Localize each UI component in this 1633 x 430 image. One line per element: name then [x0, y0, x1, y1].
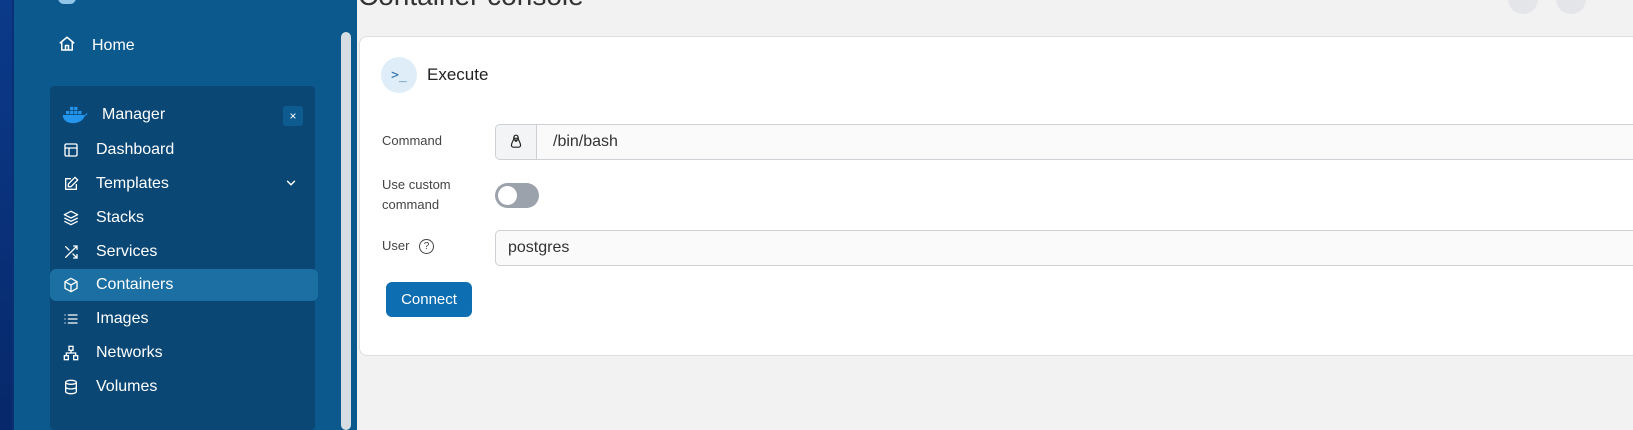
- command-input[interactable]: [537, 127, 1633, 157]
- help-button[interactable]: [1508, 0, 1538, 14]
- chevron-down-icon[interactable]: [284, 176, 298, 195]
- sidebar-item-images[interactable]: Images: [62, 303, 306, 335]
- database-icon: [62, 378, 80, 396]
- user-input[interactable]: [496, 233, 1633, 263]
- help-circle-icon[interactable]: ?: [419, 239, 435, 255]
- sidebar-item-label: Networks: [96, 344, 163, 361]
- page-title: Container console: [358, 0, 584, 12]
- dashboard-icon: [62, 141, 80, 159]
- sidebar-item-volumes[interactable]: Volumes: [62, 371, 306, 403]
- shuffle-icon: [62, 243, 80, 261]
- sidebar-item-services[interactable]: Services: [62, 236, 306, 268]
- portainer-logo: [58, 0, 76, 4]
- user-label-text: User: [382, 238, 410, 253]
- close-environment-button[interactable]: ×: [283, 106, 303, 126]
- sidebar-item-dashboard[interactable]: Dashboard: [62, 134, 306, 166]
- sidebar-item-label: Volumes: [96, 378, 158, 395]
- sidebar-item-label: Stacks: [96, 209, 145, 226]
- home-icon: [58, 35, 76, 58]
- close-icon: ×: [289, 109, 297, 123]
- custom-command-label-line1: Use custom: [382, 177, 451, 192]
- layers-icon: [62, 209, 80, 227]
- sidebar-item-label: Templates: [96, 175, 169, 192]
- list-icon: [62, 310, 80, 328]
- panel-header: >_ Execute: [381, 57, 488, 93]
- custom-command-label-line2: command: [382, 197, 440, 212]
- user-label: User ?: [382, 236, 435, 256]
- sidebar-item-label: Home: [92, 37, 135, 54]
- network-icon: [62, 344, 80, 362]
- sidebar-item-label: Dashboard: [96, 141, 175, 158]
- sidebar-item-label: Services: [96, 243, 158, 260]
- sidebar-item-stacks[interactable]: Stacks: [62, 202, 306, 234]
- desktop-edge: [0, 0, 14, 430]
- sidebar-item-label: Containers: [96, 276, 174, 293]
- sidebar-item-networks[interactable]: Networks: [62, 337, 306, 369]
- sidebar-scrollbar[interactable]: [341, 32, 351, 430]
- custom-command-toggle[interactable]: [495, 183, 539, 208]
- user-field[interactable]: [495, 230, 1633, 266]
- sidebar-item-templates[interactable]: Templates: [62, 168, 306, 200]
- execute-panel: >_ Execute Command Use custom command Us…: [359, 36, 1633, 356]
- sidebar-item-label: Images: [96, 310, 149, 327]
- toggle-knob: [498, 186, 517, 205]
- custom-command-label: Use custom command: [382, 175, 451, 215]
- environment-name: Manager: [102, 106, 166, 123]
- box-icon: [62, 276, 80, 294]
- terminal-icon: >_: [381, 57, 417, 93]
- edit-icon: [62, 175, 80, 193]
- panel-title: Execute: [427, 65, 489, 84]
- command-label: Command: [382, 133, 442, 148]
- linux-icon: [496, 125, 537, 159]
- sidebar-item-home[interactable]: Home: [58, 31, 135, 61]
- connect-button[interactable]: Connect: [386, 282, 472, 317]
- environment-panel: Manager × Dashboard Templates Stacks Ser…: [50, 86, 318, 430]
- docker-icon: [62, 106, 88, 124]
- sidebar: Home Manager × Dashboard Templates Stack…: [14, 0, 357, 430]
- command-select[interactable]: [495, 124, 1633, 160]
- sidebar-item-containers[interactable]: Containers: [50, 269, 318, 301]
- environment-header: Manager ×: [62, 100, 305, 130]
- user-menu-button[interactable]: [1556, 0, 1586, 14]
